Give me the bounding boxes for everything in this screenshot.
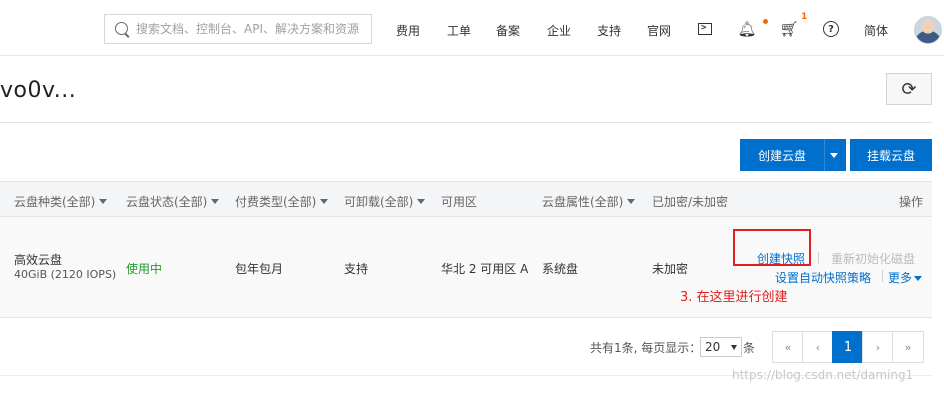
filter-caret-icon	[417, 199, 426, 204]
disk-attribute: 系统盘	[542, 262, 579, 276]
first-page-button[interactable]: «	[772, 331, 804, 363]
create-disk-button[interactable]: 创建云盘	[740, 139, 846, 171]
column-billing-type[interactable]: 付费类型(全部)	[235, 193, 329, 210]
bell-icon[interactable]: 🔔︎	[734, 16, 760, 42]
column-disk-attribute[interactable]: 云盘属性(全部)	[542, 193, 636, 210]
refresh-button[interactable]: ⟳	[886, 73, 932, 105]
more-actions-link[interactable]: 更多	[888, 269, 923, 286]
detachable: 支持	[344, 262, 369, 276]
language-switch[interactable]: 简体	[864, 22, 888, 39]
column-detachable[interactable]: 可卸载(全部)	[344, 193, 426, 210]
filter-caret-icon	[211, 199, 220, 204]
title-divider	[0, 122, 932, 123]
create-disk-label: 创建云盘	[757, 148, 806, 163]
top-nav-bar: 费用 工单 备案 企业 支持 官网 > 🔔︎ 🛒︎ 1 ? 简体	[0, 0, 944, 56]
refresh-icon: ⟳	[901, 78, 917, 100]
billing-type: 包年包月	[235, 262, 284, 276]
next-page-button[interactable]: ›	[862, 331, 894, 363]
attach-disk-button[interactable]: 挂载云盘	[850, 139, 932, 171]
highlight-box	[733, 229, 811, 266]
chevron-down-icon	[731, 345, 737, 350]
reinit-disk-link[interactable]: 重新初始化磁盘	[831, 250, 915, 267]
nav-enterprise[interactable]: 企业	[547, 22, 571, 39]
column-actions: 操作	[899, 195, 924, 209]
help-icon[interactable]: ?	[818, 16, 844, 42]
last-page-button[interactable]: »	[892, 331, 924, 363]
page-title: vo0v...	[0, 78, 77, 103]
prev-page-button[interactable]: ‹	[802, 331, 834, 363]
filter-caret-icon	[627, 199, 636, 204]
filter-caret-icon	[320, 199, 329, 204]
auto-snapshot-policy-link[interactable]: 设置自动快照策略	[775, 269, 871, 286]
nav-icp[interactable]: 备案	[496, 22, 520, 39]
page-size-select[interactable]: 20	[700, 337, 742, 357]
annotation-note: 3. 在这里进行创建	[680, 290, 788, 305]
column-disk-type[interactable]: 云盘种类(全部)	[14, 193, 108, 210]
cart-count-badge: 1	[801, 12, 808, 22]
pagination-summary: 共有1条, 每页显示：	[590, 341, 702, 355]
cart-icon[interactable]: 🛒︎	[776, 16, 802, 42]
status-badge: 使用中	[126, 262, 163, 276]
zone: 华北 2 可用区 A	[441, 262, 529, 276]
table-header: 云盘种类(全部) 云盘状态(全部) 付费类型(全部) 可卸载(全部) 可用区 云…	[0, 181, 932, 217]
nav-billing[interactable]: 费用	[396, 22, 420, 39]
nav-support[interactable]: 支持	[597, 22, 621, 39]
column-encryption: 已加密/未加密	[652, 195, 729, 209]
page-size-suffix: 条	[743, 341, 756, 355]
chevron-down-icon[interactable]	[830, 153, 838, 158]
disk-type: 高效云盘	[14, 253, 63, 267]
search-icon	[115, 22, 128, 35]
encryption-status: 未加密	[652, 262, 689, 276]
filter-caret-icon	[99, 199, 108, 204]
avatar[interactable]	[914, 16, 942, 44]
column-disk-status[interactable]: 云盘状态(全部)	[126, 193, 220, 210]
search-box[interactable]	[104, 14, 372, 44]
nav-tickets[interactable]: 工单	[447, 22, 471, 39]
disk-spec: 40GiB (2120 IOPS)	[14, 268, 117, 281]
terminal-icon[interactable]: >	[692, 16, 718, 42]
page-1-button[interactable]: 1	[832, 331, 864, 363]
notification-dot	[763, 19, 768, 24]
chevron-down-icon	[914, 276, 923, 281]
column-zone: 可用区	[441, 195, 478, 209]
nav-official-site[interactable]: 官网	[647, 22, 671, 39]
search-input[interactable]	[136, 20, 368, 38]
watermark: https://blog.csdn.net/daming1	[732, 368, 914, 382]
